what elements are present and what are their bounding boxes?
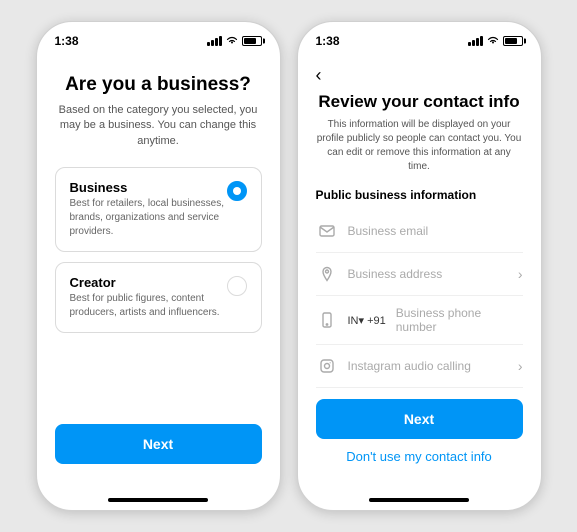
signal-icon-2 xyxy=(468,36,483,46)
email-icon xyxy=(316,220,338,242)
instagram-icon xyxy=(316,355,338,377)
status-icons-1 xyxy=(207,35,262,48)
email-field[interactable]: Business email xyxy=(348,224,523,238)
next-button-1[interactable]: Next xyxy=(55,424,262,464)
phone-row[interactable]: IN▾ +91 Business phone number xyxy=(316,296,523,345)
business-radio[interactable] xyxy=(227,181,247,201)
home-indicator-1 xyxy=(37,492,280,510)
time-2: 1:38 xyxy=(316,34,340,48)
creator-option-title: Creator xyxy=(70,275,227,290)
creator-option-desc: Best for public figures, content produce… xyxy=(70,292,227,320)
screen-content-1: Are you a business? Based on the categor… xyxy=(37,54,280,492)
status-icons-2 xyxy=(468,35,523,48)
address-chevron: › xyxy=(518,266,523,282)
home-indicator-2 xyxy=(298,492,541,510)
bottom-section-1: Next xyxy=(55,424,262,480)
instagram-chevron: › xyxy=(518,358,523,374)
signal-icon xyxy=(207,36,222,46)
instagram-field[interactable]: Instagram audio calling xyxy=(348,359,508,373)
business-option-desc: Best for retailers, local businesses, br… xyxy=(70,197,227,239)
battery-icon xyxy=(242,36,262,46)
page-title-1: Are you a business? xyxy=(55,74,262,97)
phone-2: 1:38 xyxy=(297,21,542,511)
status-bar-1: 1:38 xyxy=(37,22,280,54)
business-option[interactable]: Business Best for retailers, local busin… xyxy=(55,167,262,252)
phone-1: 1:38 xyxy=(36,21,281,511)
wifi-icon xyxy=(226,35,238,48)
bottom-section-2: Next Don't use my contact info xyxy=(316,399,523,480)
creator-radio[interactable] xyxy=(227,276,247,296)
page-subtitle-1: Based on the category you selected, you … xyxy=(55,103,262,149)
address-field[interactable]: Business address xyxy=(348,267,508,281)
email-row[interactable]: Business email xyxy=(316,210,523,253)
time-1: 1:38 xyxy=(55,34,79,48)
next-button-2[interactable]: Next xyxy=(316,399,523,439)
phone-prefix: IN▾ +91 xyxy=(348,314,386,327)
creator-option[interactable]: Creator Best for public figures, content… xyxy=(55,262,262,333)
dont-use-link[interactable]: Don't use my contact info xyxy=(316,449,523,464)
instagram-row[interactable]: Instagram audio calling › xyxy=(316,345,523,388)
creator-option-text: Creator Best for public figures, content… xyxy=(70,275,227,320)
back-button[interactable]: ‹ xyxy=(316,66,523,84)
phone-field[interactable]: Business phone number xyxy=(396,306,523,334)
wifi-icon-2 xyxy=(487,35,499,48)
battery-icon-2 xyxy=(503,36,523,46)
location-icon xyxy=(316,263,338,285)
page-title-2: Review your contact info xyxy=(316,92,523,112)
phone-icon xyxy=(316,309,338,331)
business-option-title: Business xyxy=(70,180,227,195)
screen-content-2: ‹ Review your contact info This informat… xyxy=(298,54,541,492)
business-option-text: Business Best for retailers, local busin… xyxy=(70,180,227,239)
section-label: Public business information xyxy=(316,188,523,202)
page-subtitle-2: This information will be displayed on yo… xyxy=(316,118,523,174)
address-row[interactable]: Business address › xyxy=(316,253,523,296)
status-bar-2: 1:38 xyxy=(298,22,541,54)
